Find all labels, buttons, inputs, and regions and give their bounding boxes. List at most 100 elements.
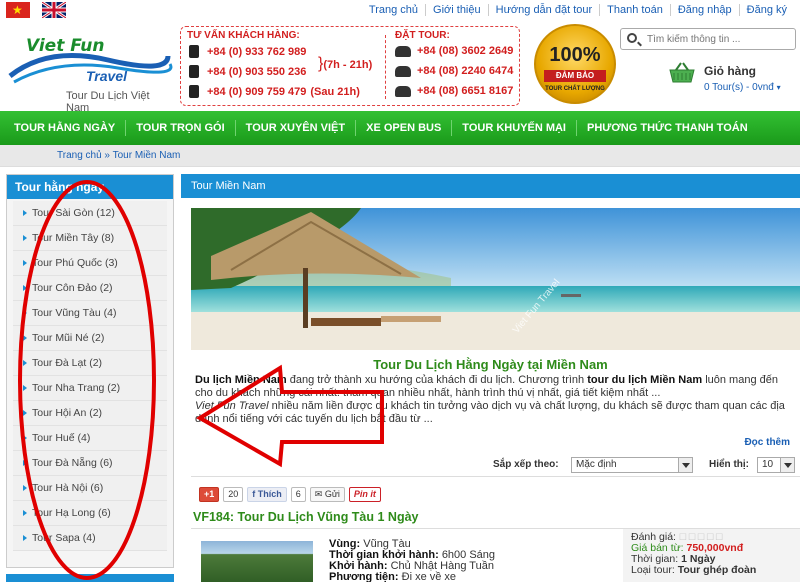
mobile-phone-icon <box>189 85 199 98</box>
mobile-phone-icon <box>189 65 199 78</box>
breadcrumb-bar: Trang chủ » Tour Miền Nam <box>0 145 800 167</box>
sidebar-item[interactable]: Tour Đà Nẵng (6) <box>13 451 167 476</box>
bullet-arrow-icon <box>23 435 27 441</box>
telephone-icon <box>395 85 411 97</box>
breadcrumb[interactable]: Trang chủ » Tour Miền Nam <box>57 150 180 161</box>
mobile-row: +84 (0) 903 550 236 <box>189 65 306 78</box>
banner-image: Viet Fun Travel <box>191 208 800 350</box>
hours-note: }(7h - 21h) <box>318 55 373 72</box>
topnav-payment[interactable]: Thanh toán <box>599 4 670 16</box>
badge-subtitle: TOUR CHẤT LƯỢNG <box>545 86 605 92</box>
search-box <box>620 28 796 50</box>
tour-thumbnail[interactable] <box>201 541 313 582</box>
sidebar-list: Tour Sài Gòn (12) Tour Miền Tây (8) Tour… <box>7 199 173 551</box>
vietnam-flag-icon[interactable]: ★ <box>6 2 30 18</box>
sidebar-item[interactable]: Tour Nha Trang (2) <box>13 376 167 401</box>
main-content: Tour Miền Nam Viet Fun Travel Tour Du Lị… <box>181 174 800 582</box>
sidebar-item[interactable]: Tour Sài Gòn (12) <box>13 201 167 226</box>
quality-badge: 100% ĐẢM BẢO TOUR CHẤT LƯỢNG <box>534 24 616 104</box>
topnav-about[interactable]: Giới thiệu <box>425 4 488 16</box>
sidebar-item[interactable]: Tour Mũi Né (2) <box>13 326 167 351</box>
badge-number: 100% <box>549 44 601 66</box>
article-body: Du lịch Miền Nam đang trở thành xu hướng… <box>195 374 795 426</box>
shopping-basket-icon <box>669 62 695 83</box>
bullet-arrow-icon <box>23 260 27 266</box>
after-hours-note: (Sau 21h) <box>310 85 360 98</box>
consult-title: TƯ VẤN KHÁCH HÀNG: <box>187 30 300 41</box>
tour-card: Vùng: Vũng Tàu Thời gian khởi hành: 6h00… <box>191 528 800 582</box>
mobile-phone-icon <box>189 45 199 58</box>
sort-label: Sắp xếp theo: <box>493 459 559 470</box>
topnav-login[interactable]: Đăng nhập <box>669 4 739 16</box>
mobile-row: +84 (0) 933 762 989 <box>189 45 306 58</box>
bullet-arrow-icon <box>23 510 27 516</box>
hotline-divider <box>385 35 386 99</box>
badge-band: ĐẢM BẢO <box>544 70 606 82</box>
nav-cross-vietnam-tour[interactable]: TOUR XUYÊN VIỆT <box>234 120 355 136</box>
sidebar-item[interactable]: Tour Hội An (2) <box>13 401 167 426</box>
uk-flag-icon[interactable] <box>42 2 66 18</box>
cart-label: Giỏ hàng <box>704 64 756 78</box>
landline-number[interactable]: +84 (08) 6651 8167 <box>417 85 513 97</box>
topnav-booking-guide[interactable]: Hướng dẫn đặt tour <box>487 4 600 16</box>
cart[interactable]: Giỏ hàng 0 Tour(s) - 0vnđ ▾ <box>668 60 796 100</box>
nav-open-bus[interactable]: XE OPEN BUS <box>355 120 451 136</box>
sidebar-item[interactable]: Tour Miền Tây (8) <box>13 226 167 251</box>
sidebar-next-header <box>6 574 174 582</box>
nav-promo-tour[interactable]: TOUR KHUYẾN MẠI <box>451 120 576 136</box>
google-plus-button[interactable]: +1 <box>199 486 220 502</box>
bullet-arrow-icon <box>23 310 27 316</box>
landline-number[interactable]: +84 (08) 3602 2649 <box>417 45 513 57</box>
landline-number[interactable]: +84 (08) 2240 6474 <box>417 65 513 77</box>
landline-row: +84 (08) 6651 8167 <box>395 85 513 97</box>
mobile-number[interactable]: +84 (0) 903 550 236 <box>207 66 306 78</box>
sidebar: Tour hằng ngày Tour Sài Gòn (12) Tour Mi… <box>6 174 174 568</box>
bullet-arrow-icon <box>23 460 27 466</box>
per-page-select[interactable]: 10 <box>757 457 795 473</box>
nav-payment-methods[interactable]: PHƯƠNG THỨC THANH TOÁN <box>576 120 758 136</box>
bullet-arrow-icon <box>23 535 27 541</box>
sidebar-item[interactable]: Tour Côn Đảo (2) <box>13 276 167 301</box>
landline-row: +84 (08) 2240 6474 <box>395 65 513 77</box>
bullet-arrow-icon <box>23 485 27 491</box>
tour-title[interactable]: VF184: Tour Du Lịch Vũng Tàu 1 Ngày <box>193 510 419 524</box>
main-nav: TOUR HẰNG NGÀY TOUR TRỌN GÓI TOUR XUYÊN … <box>0 111 800 145</box>
content-title: Tour Miền Nam <box>181 174 800 198</box>
topnav-home[interactable]: Trang chủ <box>362 4 425 16</box>
facebook-like-button[interactable]: f Thích <box>247 486 287 502</box>
header: Viet Fun Travel Tour Du Lịch Việt Nam TƯ… <box>0 22 800 114</box>
mobile-row: +84 (0) 909 759 479 (Sau 21h) <box>189 85 360 98</box>
mobile-number[interactable]: +84 (0) 933 762 989 <box>207 46 306 58</box>
article-title: Tour Du Lịch Hằng Ngày tại Miền Nam <box>373 357 608 372</box>
sidebar-item[interactable]: Tour Vũng Tàu (4) <box>13 301 167 326</box>
search-input[interactable] <box>647 32 787 46</box>
social-buttons: +1 20 f Thích 6 ✉ Gửi Pin it <box>199 486 381 502</box>
sidebar-item[interactable]: Tour Sapa (4) <box>13 526 167 551</box>
facebook-send-button[interactable]: ✉ Gửi <box>309 486 345 502</box>
sidebar-item[interactable]: Tour Đà Lạt (2) <box>13 351 167 376</box>
chevron-down-icon <box>780 458 794 472</box>
logo-text-sub: Travel <box>86 68 127 84</box>
sort-select[interactable]: Mặc định <box>571 457 693 473</box>
sidebar-title: Tour hằng ngày <box>7 175 173 199</box>
read-more-link[interactable]: Đọc thêm <box>744 437 790 448</box>
sidebar-item[interactable]: Tour Huế (4) <box>13 426 167 451</box>
pinterest-button[interactable]: Pin it <box>348 486 381 502</box>
cart-count[interactable]: 0 Tour(s) - 0vnđ ▾ <box>704 82 781 93</box>
sidebar-item[interactable]: Tour Hạ Long (6) <box>13 501 167 526</box>
mobile-number[interactable]: +84 (0) 909 759 479 <box>207 86 306 98</box>
topnav-register[interactable]: Đăng ký <box>738 4 794 16</box>
per-page-label: Hiển thị: <box>709 459 749 470</box>
landline-row: +84 (08) 3602 2649 <box>395 45 513 57</box>
search-icon[interactable] <box>627 33 637 43</box>
google-plus-count: 20 <box>223 486 244 502</box>
nav-package-tour[interactable]: TOUR TRỌN GÓI <box>125 120 234 136</box>
nav-daily-tour[interactable]: TOUR HẰNG NGÀY <box>0 120 125 136</box>
site-logo[interactable]: Viet Fun Travel Tour Du Lịch Việt Nam <box>8 26 173 114</box>
telephone-icon <box>395 65 411 77</box>
sidebar-item[interactable]: Tour Hà Nội (6) <box>13 476 167 501</box>
hotline-box: TƯ VẤN KHÁCH HÀNG: +84 (0) 933 762 989 +… <box>180 26 520 106</box>
tour-summary: Đánh giá: ☐☐☐☐☐ Giá bán từ: 750,000vnđ T… <box>623 529 800 582</box>
facebook-like-count: 6 <box>290 486 306 502</box>
sidebar-item[interactable]: Tour Phú Quốc (3) <box>13 251 167 276</box>
